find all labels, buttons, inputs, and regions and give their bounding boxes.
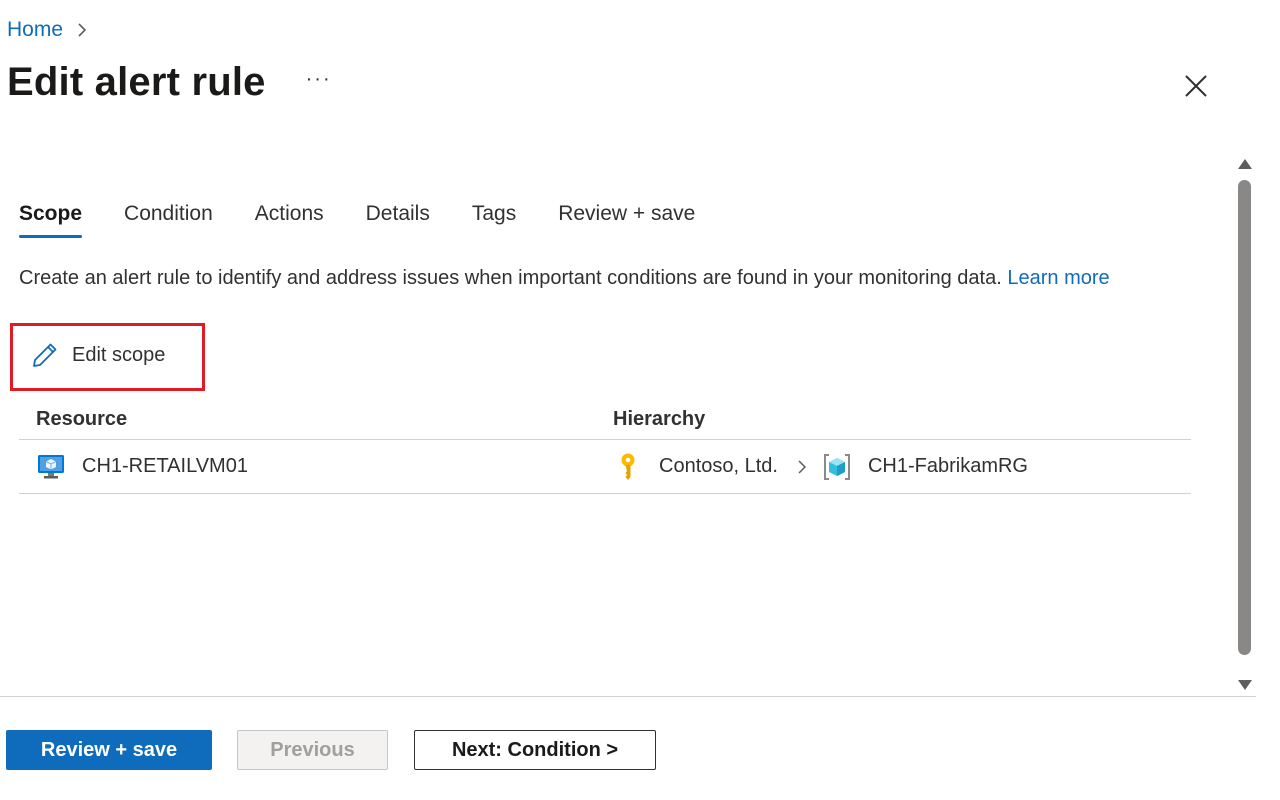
- tab-actions[interactable]: Actions: [255, 202, 324, 238]
- scroll-up-arrow-icon[interactable]: [1237, 157, 1253, 171]
- subscription-key-icon: [621, 453, 635, 480]
- previous-button: Previous: [237, 730, 388, 770]
- tab-scope[interactable]: Scope: [19, 202, 83, 238]
- tab-list: Scope Condition Actions Details Tags Rev…: [19, 202, 737, 238]
- learn-more-link[interactable]: Learn more: [1007, 267, 1109, 289]
- table-row: CH1-RETAILVM01 Contoso, Ltd. CH1-Fabrika…: [19, 440, 1191, 494]
- column-header-hierarchy: Hierarchy: [613, 408, 706, 430]
- scroll-down-arrow-icon[interactable]: [1237, 678, 1253, 692]
- breadcrumb-home-link[interactable]: Home: [7, 18, 63, 42]
- pencil-icon: [33, 343, 57, 367]
- chevron-right-icon: [798, 459, 807, 474]
- table-header: Resource Hierarchy: [19, 400, 1191, 440]
- hierarchy-resource-group: CH1-FabrikamRG: [867, 455, 1028, 477]
- tab-condition[interactable]: Condition: [124, 202, 213, 238]
- title-row: Edit alert rule ···: [7, 60, 332, 105]
- close-icon[interactable]: [1183, 73, 1209, 99]
- virtual-machine-icon: [38, 454, 64, 478]
- resource-name: CH1-RETAILVM01: [82, 455, 248, 477]
- breadcrumb: Home: [7, 18, 89, 42]
- footer-divider: [0, 696, 1256, 697]
- resource-group-icon: [823, 453, 850, 480]
- tab-tags[interactable]: Tags: [472, 202, 516, 238]
- chevron-right-icon: [78, 23, 87, 37]
- next-condition-button[interactable]: Next: Condition >: [414, 730, 656, 770]
- description-text: Create an alert rule to identify and add…: [19, 267, 1002, 289]
- column-header-resource: Resource: [36, 408, 128, 430]
- resource-cell: CH1-RETAILVM01: [19, 452, 613, 482]
- review-save-button[interactable]: Review + save: [6, 730, 212, 770]
- hierarchy-cell: Contoso, Ltd. CH1-FabrikamRG: [613, 452, 1028, 482]
- scope-table: Resource Hierarchy CH1-RETAILVM01 Contos…: [19, 400, 1191, 494]
- edit-scope-button[interactable]: Edit scope: [30, 340, 165, 370]
- tab-review-save[interactable]: Review + save: [558, 202, 695, 238]
- scrollbar-thumb[interactable]: [1238, 180, 1251, 655]
- page-title: Edit alert rule: [7, 60, 266, 104]
- tab-details[interactable]: Details: [366, 202, 430, 238]
- description: Create an alert rule to identify and add…: [19, 267, 1110, 290]
- hierarchy-subscription: Contoso, Ltd.: [659, 455, 778, 477]
- more-options-button[interactable]: ···: [306, 68, 332, 91]
- edit-scope-label: Edit scope: [72, 343, 166, 366]
